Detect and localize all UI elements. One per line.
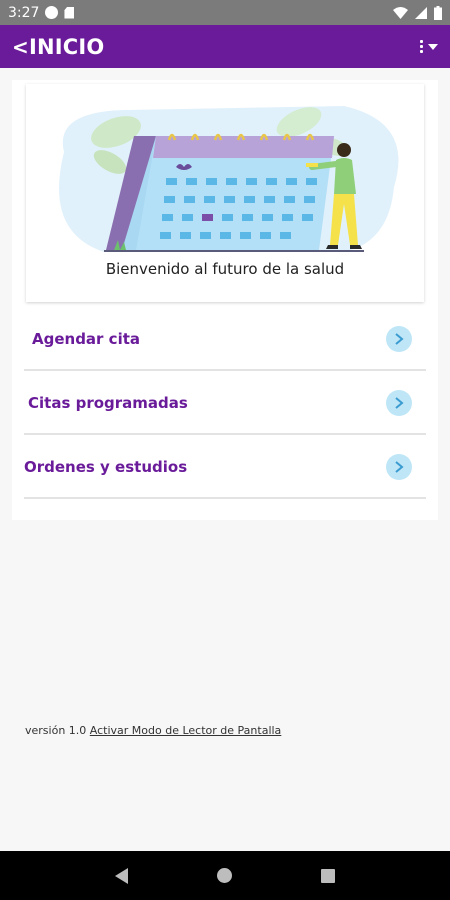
- recents-square-icon[interactable]: [321, 868, 336, 883]
- back-triangle-icon[interactable]: [114, 867, 128, 884]
- menu-item-agendar-cita[interactable]: Agendar cita: [24, 308, 426, 371]
- overflow-menu-button[interactable]: [420, 40, 438, 53]
- menu-item-label: Citas programadas: [28, 393, 188, 412]
- status-bar: 3:27: [0, 0, 450, 25]
- wifi-icon: [393, 6, 408, 19]
- menu-item-label: Ordenes y estudios: [24, 457, 188, 476]
- status-time: 3:27: [8, 4, 40, 21]
- back-button[interactable]: < INICIO: [0, 35, 104, 59]
- home-circle-icon[interactable]: [216, 868, 232, 883]
- hero-caption: Bienvenido al futuro de la salud: [105, 260, 345, 278]
- caret-down-icon: [428, 43, 438, 50]
- signal-icon: [415, 6, 427, 19]
- screen-reader-link[interactable]: Activar Modo de Lector de Pantalla: [90, 724, 282, 737]
- main-content: Bienvenido al futuro de la salud Agendar…: [12, 80, 438, 520]
- overflow-menu-icon: [420, 40, 423, 53]
- app-bar: < INICIO: [0, 25, 450, 68]
- calendar-person-illustration: [59, 106, 399, 252]
- chevron-left-icon: <: [12, 34, 29, 59]
- page-title: INICIO: [28, 34, 105, 59]
- menu-item-ordenes-estudios[interactable]: Ordenes y estudios: [24, 436, 426, 499]
- menu-item-citas-programadas[interactable]: Citas programadas: [24, 372, 426, 435]
- version-text: versión 1.0: [25, 724, 87, 737]
- chevron-right-icon[interactable]: [386, 453, 412, 480]
- notification-circle-icon: [45, 6, 59, 19]
- battery-icon: [434, 5, 442, 20]
- footer: versión 1.0 Activar Modo de Lector de Pa…: [25, 724, 281, 737]
- sd-card-icon: [64, 6, 75, 19]
- menu-item-label: Agendar cita: [32, 329, 141, 348]
- hero-card: Bienvenido al futuro de la salud: [26, 84, 424, 302]
- chevron-right-icon[interactable]: [386, 389, 412, 416]
- system-nav-bar: [0, 851, 450, 900]
- chevron-right-icon[interactable]: [386, 325, 412, 352]
